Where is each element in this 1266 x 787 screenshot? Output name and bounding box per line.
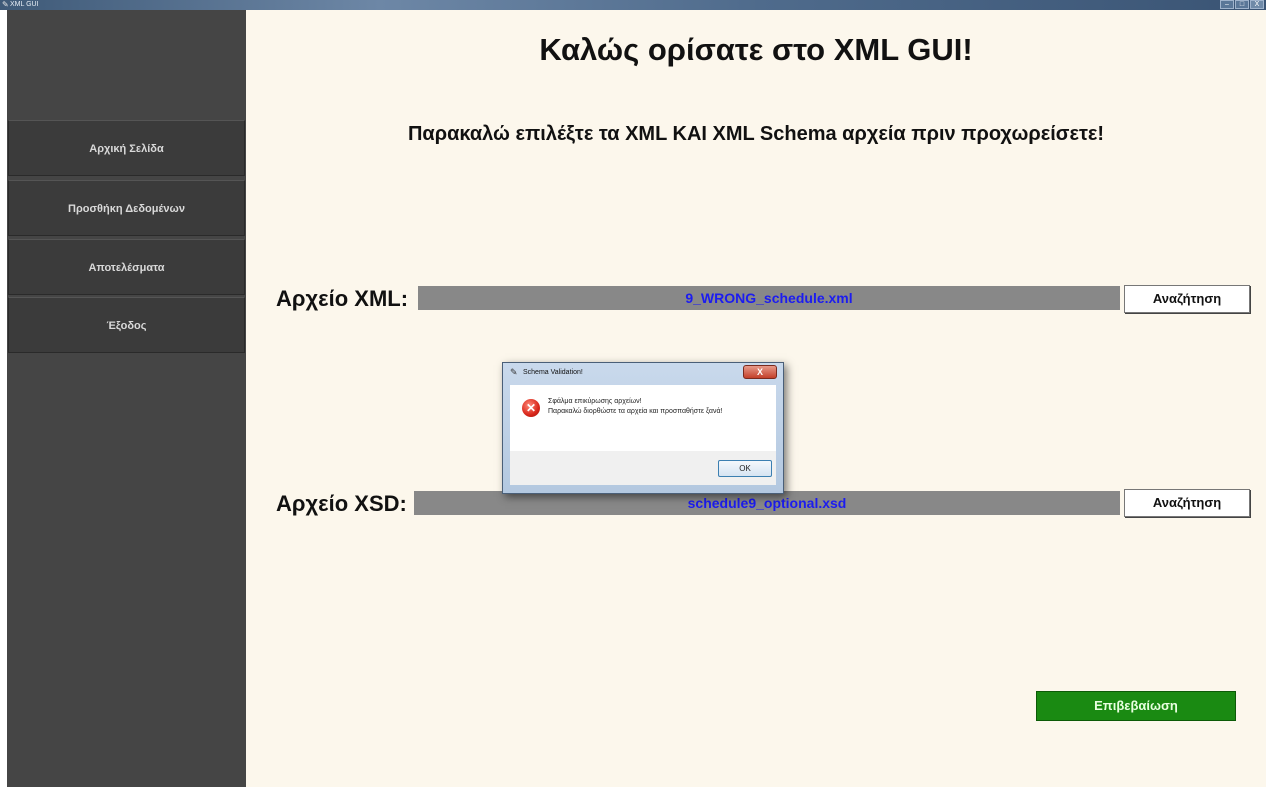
xsd-file-field[interactable]: schedule9_optional.xsd (414, 491, 1120, 515)
dialog-title: Schema Validation! (523, 369, 583, 376)
error-icon: ✕ (522, 399, 540, 417)
dialog-message-line2: Παρακαλώ διορθώστε τα αρχεία και προσπαθ… (548, 408, 723, 415)
ok-button[interactable]: OK (718, 460, 772, 477)
validation-dialog: ✎ Schema Validation! X ✕ Σφάλμα επικύρωσ… (502, 362, 784, 494)
window-controls: – □ X (1220, 0, 1264, 10)
dialog-close-button[interactable]: X (743, 365, 777, 379)
xml-browse-button[interactable]: Αναζήτηση (1124, 285, 1250, 313)
dialog-message-line1: Σφάλμα επικύρωσης αρχείων! (548, 398, 642, 405)
window-title: XML GUI (10, 1, 39, 8)
maximize-button[interactable]: □ (1235, 0, 1249, 9)
confirm-button[interactable]: Επιβεβαίωση (1036, 691, 1236, 721)
xsd-file-label: Αρχείο XSD: (276, 491, 407, 516)
sidebar-item-results[interactable]: Αποτελέσματα (8, 239, 245, 295)
page-title: Καλώς ορίσατε στο XML GUI! (539, 32, 973, 67)
window-titlebar: ✎ XML GUI – □ X (0, 0, 1266, 10)
feather-icon: ✎ (510, 367, 518, 377)
sidebar-item-home[interactable]: Αρχική Σελίδα (8, 120, 245, 176)
xsd-browse-button[interactable]: Αναζήτηση (1124, 489, 1250, 517)
dialog-footer: OK (510, 451, 776, 485)
sidebar: Αρχική Σελίδα Προσθήκη Δεδομένων Αποτελέ… (7, 10, 246, 787)
feather-icon: ✎ (2, 0, 9, 9)
xml-file-label: Αρχείο XML: (276, 286, 409, 311)
xml-file-field[interactable]: 9_WRONG_schedule.xml (418, 286, 1120, 310)
dialog-body: ✕ Σφάλμα επικύρωσης αρχείων! Παρακαλώ δι… (510, 385, 776, 451)
sidebar-item-add-data[interactable]: Προσθήκη Δεδομένων (8, 180, 245, 236)
instruction-text: Παρακαλώ επιλέξτε τα XML ΚΑΙ XML Schema … (407, 123, 1105, 145)
sidebar-item-exit[interactable]: Έξοδος (8, 297, 245, 353)
minimize-button[interactable]: – (1220, 0, 1234, 9)
close-button[interactable]: X (1250, 0, 1264, 9)
